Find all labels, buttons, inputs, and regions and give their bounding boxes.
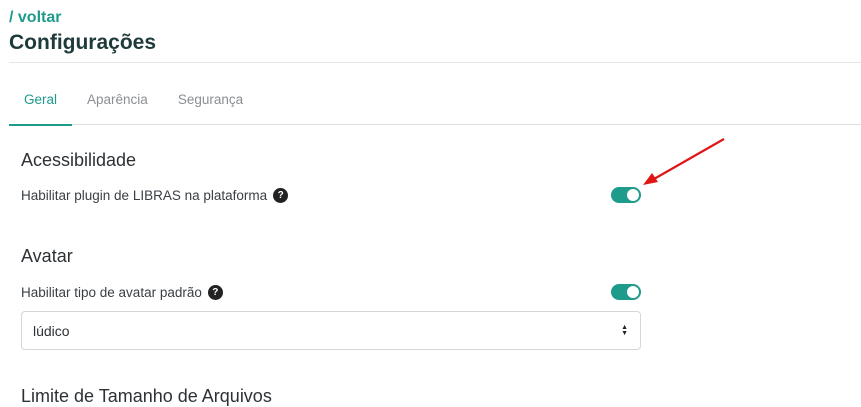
section-title-file-size: Limite de Tamanho de Arquivos xyxy=(21,386,272,406)
default-avatar-setting-row: Habilitar tipo de avatar padrão ? xyxy=(21,282,641,302)
tab-aparencia[interactable]: Aparência xyxy=(72,80,163,124)
libras-toggle[interactable] xyxy=(611,187,641,203)
question-circle-icon[interactable]: ? xyxy=(273,187,289,203)
section-title-accessibility: Acessibilidade xyxy=(21,150,137,170)
back-link[interactable]: / voltar xyxy=(9,9,61,27)
libras-setting-row: Habilitar plugin de LIBRAS na plataforma… xyxy=(21,185,641,205)
tab-bar: Geral Aparência Segurança xyxy=(9,80,861,126)
tab-geral[interactable]: Geral xyxy=(9,80,73,126)
default-avatar-setting-label: Habilitar tipo de avatar padrão xyxy=(21,284,202,300)
libras-setting-label-group: Habilitar plugin de LIBRAS na plataforma… xyxy=(21,187,289,203)
annotation-arrow-line xyxy=(653,138,725,180)
libras-setting-label: Habilitar plugin de LIBRAS na plataforma xyxy=(21,187,268,203)
question-circle-icon[interactable]: ? xyxy=(207,284,223,300)
avatar-type-select-value: lúdico xyxy=(33,322,70,339)
toggle-knob xyxy=(627,286,639,298)
tab-seguranca[interactable]: Segurança xyxy=(163,80,258,124)
sort-arrows-icon: ▲ ▼ xyxy=(621,323,628,337)
page-title: Configurações xyxy=(9,31,157,54)
avatar-type-select[interactable]: lúdico ▲ ▼ xyxy=(21,311,641,350)
annotation-arrow-head xyxy=(643,173,658,185)
annotation-arrow xyxy=(643,138,725,185)
toggle-knob xyxy=(627,189,639,201)
default-avatar-label-group: Habilitar tipo de avatar padrão ? xyxy=(21,284,223,300)
section-title-avatar: Avatar xyxy=(21,246,73,266)
default-avatar-toggle[interactable] xyxy=(611,284,641,300)
header-divider xyxy=(9,62,861,63)
